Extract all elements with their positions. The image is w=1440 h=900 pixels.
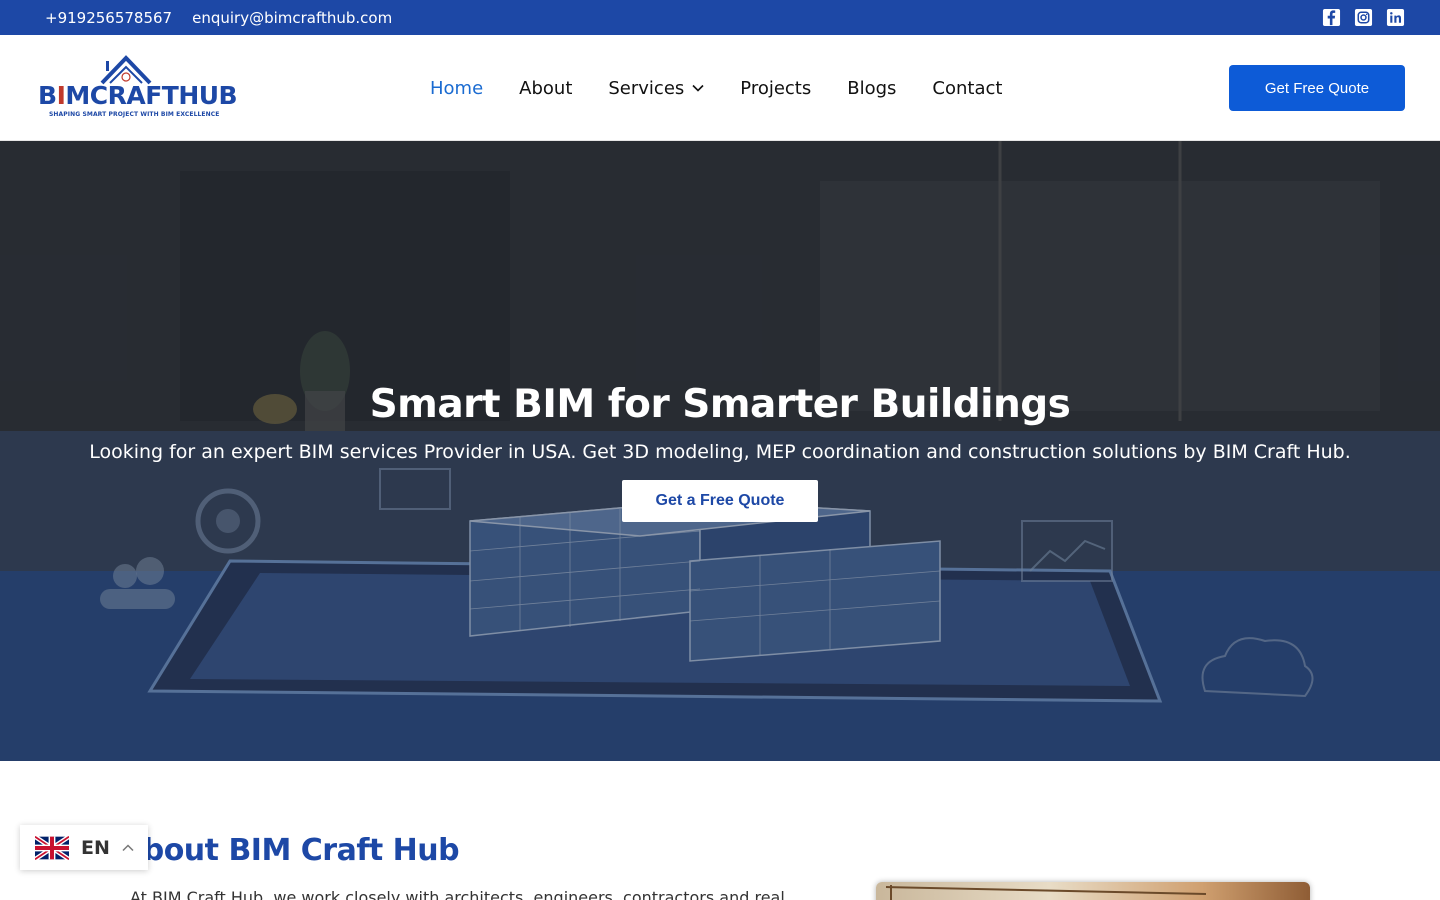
hero-quote-button[interactable]: Get a Free Quote: [622, 480, 818, 522]
logo-tagline: SHAPING SMART PROJECT WITH BIM EXCELLENC…: [49, 111, 220, 118]
linkedin-icon[interactable]: [1385, 8, 1405, 28]
facebook-icon[interactable]: [1321, 8, 1341, 28]
nav-item-projects[interactable]: Projects: [740, 78, 811, 99]
phone-link[interactable]: +919256578567: [45, 9, 172, 27]
nav-item-about[interactable]: About: [519, 78, 572, 99]
nav-item-home[interactable]: Home: [430, 78, 483, 99]
nav-item-contact[interactable]: Contact: [932, 78, 1002, 99]
about-text: At BIM Craft Hub, we work closely with a…: [130, 888, 785, 900]
hero-title: Smart BIM for Smarter Buildings: [369, 382, 1071, 427]
site-logo[interactable]: BIMCRAFTHUB SHAPING SMART PROJECT WITH B…: [38, 55, 238, 121]
main-nav: Home About Services Projects Blogs Conta…: [430, 35, 1002, 141]
chevron-up-icon: [122, 843, 134, 851]
logo-wordmark: BIMCRAFTHUB: [38, 81, 238, 110]
uk-flag-icon: [35, 835, 69, 860]
nav-item-services[interactable]: Services: [608, 78, 704, 99]
about-heading: About BIM Craft Hub: [120, 833, 460, 868]
chevron-down-icon: [692, 82, 704, 94]
language-code: EN: [81, 836, 110, 859]
get-free-quote-button[interactable]: Get Free Quote: [1229, 65, 1405, 111]
site-header: BIMCRAFTHUB SHAPING SMART PROJECT WITH B…: [0, 35, 1440, 141]
email-link[interactable]: enquiry@bimcrafthub.com: [192, 9, 392, 27]
nav-item-blogs[interactable]: Blogs: [847, 78, 896, 99]
nav-item-services-label: Services: [608, 77, 685, 99]
language-switcher[interactable]: EN: [20, 825, 148, 870]
hero-banner: Smart BIM for Smarter Buildings Looking …: [0, 141, 1440, 761]
topbar-contact: +919256578567 enquiry@bimcrafthub.com: [45, 0, 392, 35]
top-bar: +919256578567 enquiry@bimcrafthub.com: [0, 0, 1440, 35]
about-image: [876, 882, 1310, 900]
hero-subtitle: Looking for an expert BIM services Provi…: [89, 441, 1351, 463]
crane-image: [885, 885, 1207, 900]
instagram-icon[interactable]: [1353, 8, 1373, 28]
social-links: [1321, 0, 1405, 35]
